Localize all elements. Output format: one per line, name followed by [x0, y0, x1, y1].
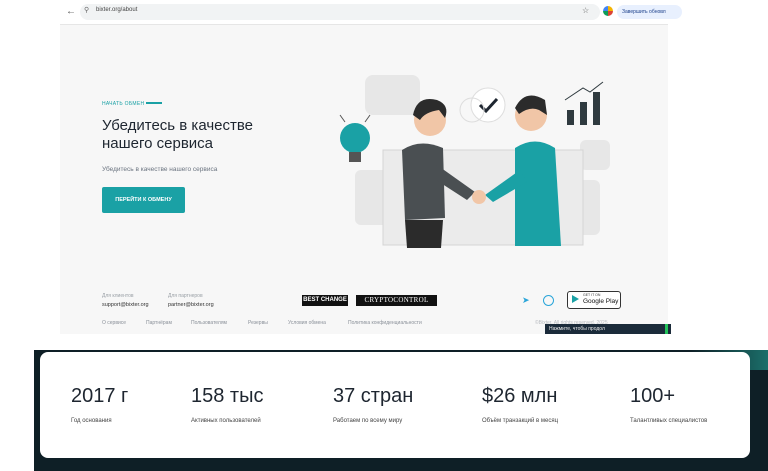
stat-users-label: Активных пользователей: [191, 418, 261, 424]
back-icon[interactable]: ←: [66, 6, 76, 17]
stat-users-value: 158 тыс: [191, 385, 264, 407]
footer-link-users[interactable]: Пользователям: [191, 320, 227, 326]
hero-subtitle: Убедитесь в качестве нашего сервиса: [102, 166, 218, 173]
stat-founded-value: 2017 г: [71, 385, 129, 407]
update-button[interactable]: Завершить обновл: [617, 5, 682, 19]
stat-countries-value: 37 стран: [333, 385, 414, 407]
lightbulb-icon: [339, 114, 371, 162]
check-badge: [470, 87, 506, 123]
support-email[interactable]: support@bixter.org: [102, 302, 149, 308]
hero-title: Убедитесь в качестве нашего сервиса: [102, 117, 302, 153]
gplay-big-text: Google Play: [583, 298, 619, 305]
notification-toast[interactable]: Нажмите, чтобы продол: [545, 324, 671, 334]
handshake-illustration: [339, 75, 610, 248]
bestchange-logo[interactable]: BEST CHANGE: [302, 295, 348, 306]
stat-countries-label: Работаем по всему миру: [333, 418, 403, 424]
cryptocontrol-logo[interactable]: CRYPTOCONTROL: [356, 295, 437, 306]
stat-founded-label: Год основания: [71, 418, 112, 424]
toast-accent: [665, 324, 668, 334]
stat-team-label: Талантливых специалистов: [630, 418, 708, 424]
go-to-exchange-button[interactable]: ПЕРЕЙТИ К ОБМЕНУ: [102, 187, 185, 213]
site-info-icon[interactable]: ⚲: [84, 6, 89, 14]
hero-title-line2: нашего сервиса: [102, 135, 214, 152]
url-text[interactable]: bixter.org/about: [96, 7, 137, 13]
telegram-icon[interactable]: ➤: [522, 295, 530, 306]
footer-link-partners[interactable]: Партнёрам: [146, 320, 172, 326]
hero-title-line1: Убедитесь в качестве: [102, 117, 254, 134]
clients-label: Для клиентов: [102, 293, 134, 299]
footer-link-about[interactable]: О сервисе: [102, 320, 126, 326]
partner-email[interactable]: partner@bixter.org: [168, 302, 214, 308]
extension-icon[interactable]: [603, 6, 613, 16]
hero-kicker: НАЧАТЬ ОБМЕН: [102, 101, 145, 107]
google-play-icon: [572, 295, 579, 303]
address-bar[interactable]: [80, 4, 600, 20]
stat-volume-value: $26 млн: [482, 385, 558, 407]
gplay-small-text: GET IT ON: [583, 293, 601, 297]
stat-volume-label: Объём транзакций в месяц: [482, 418, 559, 424]
growth-chart-icon: [567, 92, 600, 125]
footer-link-reserves[interactable]: Резервы: [248, 320, 268, 326]
footer-link-terms[interactable]: Условия обмена: [288, 320, 326, 326]
handshake-hands: [472, 190, 486, 204]
stat-team-value: 100+: [630, 385, 676, 407]
footer-link-privacy[interactable]: Политика конфиденциальности: [348, 320, 422, 326]
whatsapp-icon[interactable]: [543, 295, 554, 306]
kicker-line: [146, 102, 162, 104]
partners-label: Для партнеров: [168, 293, 203, 299]
bookmark-star-icon[interactable]: ☆: [582, 6, 589, 15]
